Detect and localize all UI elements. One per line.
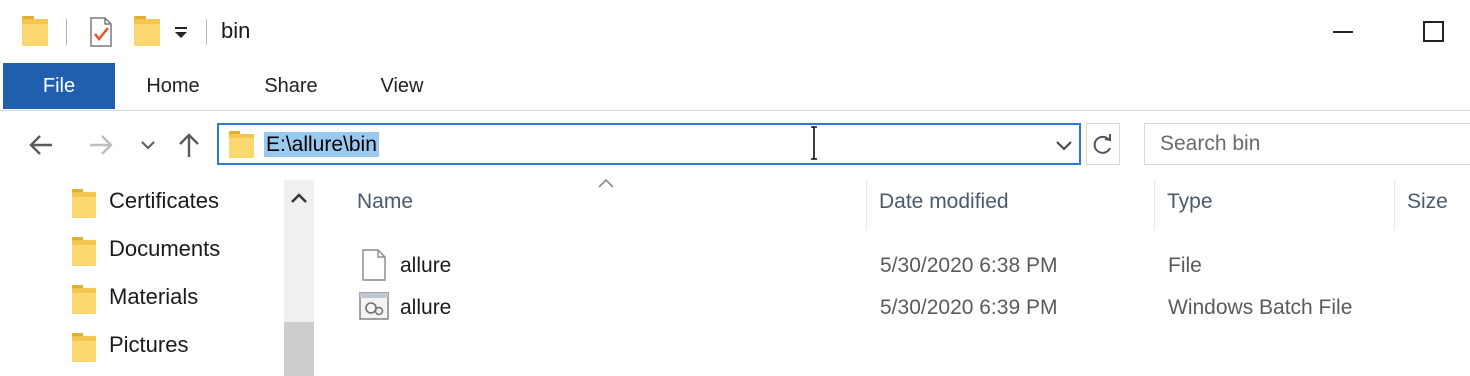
toolbar-separator — [66, 19, 67, 45]
file-date-modified: 5/30/2020 6:38 PM — [880, 254, 1058, 277]
column-divider[interactable] — [1154, 180, 1155, 230]
nav-item-label: Certificates — [109, 188, 220, 213]
tab-share[interactable]: Share — [246, 63, 336, 109]
recent-locations-button[interactable] — [136, 125, 160, 165]
minimize-button[interactable] — [1318, 14, 1368, 50]
new-folder-icon[interactable] — [134, 16, 160, 46]
folder-icon — [72, 237, 96, 266]
sort-ascending-icon — [596, 176, 616, 190]
back-button[interactable] — [24, 125, 58, 165]
folder-icon — [229, 131, 254, 158]
file-icon — [361, 249, 387, 281]
folder-icon[interactable] — [22, 16, 48, 46]
file-name: allure — [400, 296, 452, 319]
file-date-modified: 5/30/2020 6:39 PM — [880, 296, 1058, 319]
nav-item-label: Materials — [109, 284, 199, 309]
search-box[interactable] — [1144, 123, 1470, 165]
forward-button[interactable] — [84, 125, 118, 165]
address-path[interactable]: E:\allure\bin — [264, 132, 379, 157]
column-header-date-modified[interactable]: Date modified — [879, 190, 1009, 214]
tab-view[interactable]: View — [362, 63, 442, 109]
file-row[interactable]: allure 5/30/2020 6:39 PM Windows Batch F… — [350, 288, 1460, 328]
nav-item-label: Documents — [109, 236, 221, 261]
file-type: Windows Batch File — [1168, 296, 1353, 319]
properties-icon[interactable] — [88, 17, 114, 47]
folder-icon — [72, 285, 96, 314]
title-bar: bin — [0, 0, 1470, 64]
folder-icon — [72, 189, 96, 218]
refresh-button[interactable] — [1086, 123, 1120, 165]
folder-icon — [72, 333, 96, 362]
scroll-up-arrow-icon[interactable] — [284, 180, 314, 216]
column-header-type[interactable]: Type — [1167, 190, 1213, 214]
customize-toolbar-icon[interactable] — [172, 24, 192, 44]
nav-item-materials[interactable]: Materials — [70, 280, 280, 320]
nav-scrollbar-thumb[interactable] — [284, 322, 314, 376]
tab-home[interactable]: Home — [128, 63, 218, 109]
chevron-down-icon[interactable] — [1053, 134, 1075, 156]
column-header-name[interactable]: Name — [357, 190, 413, 214]
file-type: File — [1168, 254, 1202, 277]
column-divider[interactable] — [1394, 180, 1395, 230]
batch-file-icon — [359, 292, 389, 320]
search-input[interactable] — [1160, 132, 1460, 156]
column-divider[interactable] — [866, 180, 867, 230]
ribbon-tabs: File Home Share View — [0, 63, 1470, 111]
nav-item-pictures[interactable]: Pictures — [70, 328, 280, 368]
file-name: allure — [400, 254, 452, 277]
maximize-button[interactable] — [1410, 14, 1460, 50]
nav-item-label: Pictures — [109, 332, 189, 357]
nav-item-documents[interactable]: Documents — [70, 232, 280, 272]
file-row[interactable]: allure 5/30/2020 6:38 PM File — [350, 246, 1460, 286]
text-cursor-icon — [811, 126, 817, 160]
up-button[interactable] — [172, 125, 206, 165]
tab-file[interactable]: File — [3, 63, 115, 109]
nav-item-certificates[interactable]: Certificates — [70, 184, 280, 224]
window-title: bin — [221, 18, 251, 43]
toolbar-separator — [206, 19, 207, 45]
column-header-size[interactable]: Size — [1407, 190, 1448, 214]
